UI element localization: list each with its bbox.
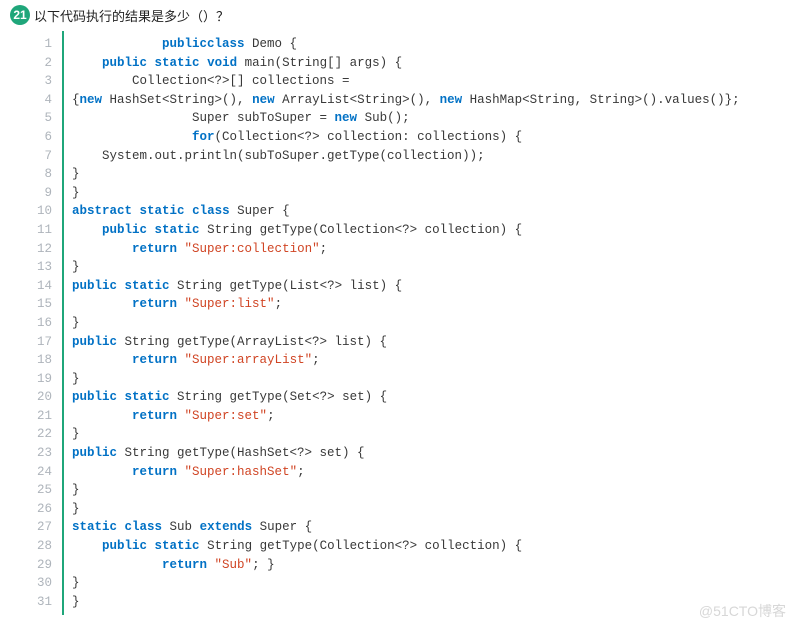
line-number: 15 [34,295,52,314]
code-line: return "Super:set"; [72,407,740,426]
code-line: } [72,165,740,184]
code-line: return "Sub"; } [72,556,740,575]
line-number: 30 [34,574,52,593]
line-number: 1 [34,35,52,54]
code-line: } [72,314,740,333]
code-line: } [72,184,740,203]
line-number: 4 [34,91,52,110]
code-line: for(Collection<?> collection: collection… [72,128,740,147]
code-line: abstract static class Super { [72,202,740,221]
watermark: @51CTO博客 [699,601,786,621]
line-number: 21 [34,407,52,426]
line-number-gutter: 1234567891011121314151617181920212223242… [30,31,64,615]
code-line: return "Super:hashSet"; [72,463,740,482]
code-line: System.out.println(subToSuper.getType(co… [72,147,740,166]
line-number: 2 [34,54,52,73]
code-line: public static String getType(Collection<… [72,537,740,556]
code-line: public String getType(HashSet<?> set) { [72,444,740,463]
line-number: 10 [34,202,52,221]
line-number: 31 [34,593,52,612]
code-content: publicclass Demo { public static void ma… [64,31,748,615]
code-line: } [72,593,740,612]
line-number: 3 [34,72,52,91]
code-line: return "Super:list"; [72,295,740,314]
code-line: publicclass Demo { [72,35,740,54]
line-number: 11 [34,221,52,240]
line-number: 22 [34,425,52,444]
code-line: public static String getType(List<?> lis… [72,277,740,296]
line-number: 5 [34,109,52,128]
line-number: 12 [34,240,52,259]
code-line: Super subToSuper = new Sub(); [72,109,740,128]
code-line: public static void main(String[] args) { [72,54,740,73]
question-header: 21 以下代码执行的结果是多少（）？ [10,5,788,25]
code-line: } [72,425,740,444]
code-line: } [72,370,740,389]
code-line: public String getType(ArrayList<?> list)… [72,333,740,352]
line-number: 27 [34,518,52,537]
line-number: 9 [34,184,52,203]
line-number: 23 [34,444,52,463]
line-number: 6 [34,128,52,147]
line-number: 17 [34,333,52,352]
code-line: {new HashSet<String>(), new ArrayList<St… [72,91,740,110]
code-line: return "Super:collection"; [72,240,740,259]
code-line: } [72,574,740,593]
line-number: 29 [34,556,52,575]
question-number-badge: 21 [10,5,30,25]
code-line: } [72,258,740,277]
code-line: } [72,481,740,500]
question-text: 以下代码执行的结果是多少（）？ [34,6,229,25]
code-line: public static String getType(Collection<… [72,221,740,240]
code-line: } [72,500,740,519]
code-line: Collection<?>[] collections = [72,72,740,91]
code-line: return "Super:arrayList"; [72,351,740,370]
line-number: 20 [34,388,52,407]
code-line: static class Sub extends Super { [72,518,740,537]
line-number: 14 [34,277,52,296]
line-number: 16 [34,314,52,333]
line-number: 19 [34,370,52,389]
line-number: 26 [34,500,52,519]
line-number: 28 [34,537,52,556]
line-number: 8 [34,165,52,184]
code-block: 1234567891011121314151617181920212223242… [30,31,788,615]
line-number: 7 [34,147,52,166]
line-number: 24 [34,463,52,482]
line-number: 18 [34,351,52,370]
line-number: 13 [34,258,52,277]
line-number: 25 [34,481,52,500]
code-line: public static String getType(Set<?> set)… [72,388,740,407]
